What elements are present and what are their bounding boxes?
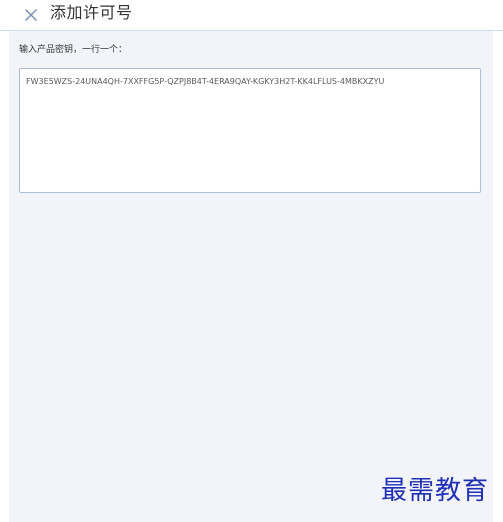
watermark: 最需教育 [381,476,490,506]
license-form-panel: 输入产品密钥，一行一个： FW3E5WZS-24UNA4QH-7XXFFG5P-… [9,31,493,522]
product-key-label: 输入产品密钥，一行一个： [19,45,128,55]
close-icon [25,9,37,21]
product-key-input[interactable]: FW3E5WZS-24UNA4QH-7XXFFG5P-QZPJ8B4T-4ERA… [19,68,481,193]
dialog-header: 添加许可号 [0,0,503,31]
close-button[interactable] [20,4,42,26]
dialog-title: 添加许可号 [50,3,133,22]
